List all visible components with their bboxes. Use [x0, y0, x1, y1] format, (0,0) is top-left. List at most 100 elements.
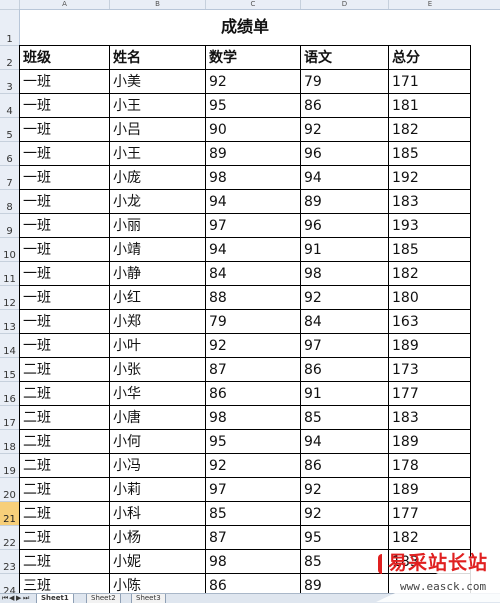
row-header-11[interactable]: 11 [0, 261, 19, 285]
table-cell[interactable]: 一班 [19, 189, 109, 213]
table-cell[interactable]: 小陈 [109, 573, 205, 593]
table-cell[interactable]: 一班 [19, 213, 109, 237]
row-header-3[interactable]: 3 [0, 69, 19, 93]
table-cell[interactable]: 95 [300, 525, 388, 549]
table-cell[interactable]: 一班 [19, 69, 109, 93]
row-header-5[interactable]: 5 [0, 117, 19, 141]
table-cell[interactable]: 一班 [19, 117, 109, 141]
table-cell[interactable]: 小靖 [109, 237, 205, 261]
table-cell[interactable]: 182 [388, 117, 471, 141]
header-cell[interactable]: 数学 [205, 45, 300, 69]
row-header-13[interactable]: 13 [0, 309, 19, 333]
table-cell[interactable]: 86 [300, 357, 388, 381]
header-cell[interactable]: 姓名 [109, 45, 205, 69]
table-cell[interactable]: 91 [300, 381, 388, 405]
row-header-21[interactable]: 21 [0, 501, 19, 525]
row-header-7[interactable]: 7 [0, 165, 19, 189]
table-cell[interactable]: 一班 [19, 333, 109, 357]
table-cell[interactable]: 86 [300, 93, 388, 117]
table-cell[interactable]: 小何 [109, 429, 205, 453]
table-cell[interactable]: 小张 [109, 357, 205, 381]
table-cell[interactable]: 86 [205, 573, 300, 593]
table-cell[interactable]: 98 [205, 165, 300, 189]
row-header-23[interactable]: 23 [0, 549, 19, 573]
table-cell[interactable]: 183 [388, 405, 471, 429]
row-header-1[interactable]: 1 [0, 9, 19, 45]
row-header-12[interactable]: 12 [0, 285, 19, 309]
table-cell[interactable]: 92 [300, 285, 388, 309]
table-cell[interactable]: 185 [388, 237, 471, 261]
table-cell[interactable]: 192 [388, 165, 471, 189]
row-header-15[interactable]: 15 [0, 357, 19, 381]
table-cell[interactable]: 189 [388, 429, 471, 453]
header-cell[interactable]: 总分 [388, 45, 471, 69]
row-header-2[interactable]: 2 [0, 45, 19, 69]
table-cell[interactable]: 一班 [19, 165, 109, 189]
table-cell[interactable]: 二班 [19, 501, 109, 525]
table-cell[interactable]: 182 [388, 261, 471, 285]
table-cell[interactable]: 小华 [109, 381, 205, 405]
table-cell[interactable]: 97 [205, 213, 300, 237]
table-cell[interactable]: 189 [388, 477, 471, 501]
table-cell[interactable]: 91 [300, 237, 388, 261]
table-cell[interactable]: 85 [300, 405, 388, 429]
row-header-6[interactable]: 6 [0, 141, 19, 165]
table-cell[interactable]: 86 [205, 381, 300, 405]
table-cell[interactable]: 一班 [19, 309, 109, 333]
row-header-4[interactable]: 4 [0, 93, 19, 117]
row-header-16[interactable]: 16 [0, 381, 19, 405]
table-cell[interactable]: 97 [205, 477, 300, 501]
table-cell[interactable]: 96 [300, 141, 388, 165]
table-cell[interactable]: 92 [205, 453, 300, 477]
table-cell[interactable]: 小龙 [109, 189, 205, 213]
table-cell[interactable]: 二班 [19, 405, 109, 429]
table-cell[interactable]: 79 [205, 309, 300, 333]
table-cell[interactable]: 小莉 [109, 477, 205, 501]
table-cell[interactable]: 小王 [109, 93, 205, 117]
table-cell[interactable]: 小丽 [109, 213, 205, 237]
table-cell[interactable]: 185 [388, 141, 471, 165]
table-cell[interactable]: 二班 [19, 549, 109, 573]
table-cell[interactable]: 小郑 [109, 309, 205, 333]
table-cell[interactable]: 94 [205, 237, 300, 261]
table-cell[interactable]: 一班 [19, 285, 109, 309]
table-cell[interactable]: 89 [300, 189, 388, 213]
table-cell[interactable]: 183 [388, 189, 471, 213]
table-cell[interactable]: 85 [205, 501, 300, 525]
row-header-10[interactable]: 10 [0, 237, 19, 261]
table-cell[interactable]: 二班 [19, 381, 109, 405]
table-cell[interactable]: 二班 [19, 477, 109, 501]
row-header-17[interactable]: 17 [0, 405, 19, 429]
column-header-e[interactable]: E [388, 0, 471, 9]
header-cell[interactable]: 语文 [300, 45, 388, 69]
row-header-20[interactable]: 20 [0, 477, 19, 501]
sheet-title-cell[interactable]: 成绩单 [19, 9, 471, 45]
table-cell[interactable]: 92 [205, 69, 300, 93]
column-header-b[interactable]: B [109, 0, 205, 9]
table-cell[interactable]: 173 [388, 357, 471, 381]
row-header-19[interactable]: 19 [0, 453, 19, 477]
table-cell[interactable]: 89 [205, 141, 300, 165]
row-header-8[interactable]: 8 [0, 189, 19, 213]
table-cell[interactable]: 97 [300, 333, 388, 357]
header-cell[interactable]: 班级 [19, 45, 109, 69]
column-header-c[interactable]: C [205, 0, 300, 9]
table-cell[interactable]: 二班 [19, 357, 109, 381]
table-cell[interactable]: 一班 [19, 261, 109, 285]
table-cell[interactable]: 小杨 [109, 525, 205, 549]
table-cell[interactable]: 181 [388, 93, 471, 117]
table-cell[interactable]: 94 [300, 165, 388, 189]
column-header-d[interactable]: D [300, 0, 388, 9]
table-cell[interactable]: 87 [205, 357, 300, 381]
table-cell[interactable]: 94 [300, 429, 388, 453]
table-cell[interactable]: 96 [300, 213, 388, 237]
table-cell[interactable]: 小美 [109, 69, 205, 93]
row-header-9[interactable]: 9 [0, 213, 19, 237]
table-cell[interactable]: 二班 [19, 429, 109, 453]
table-cell[interactable]: 小王 [109, 141, 205, 165]
table-cell[interactable]: 180 [388, 285, 471, 309]
table-cell[interactable]: 94 [205, 189, 300, 213]
row-header-18[interactable]: 18 [0, 429, 19, 453]
table-cell[interactable]: 92 [300, 477, 388, 501]
table-cell[interactable]: 98 [205, 549, 300, 573]
